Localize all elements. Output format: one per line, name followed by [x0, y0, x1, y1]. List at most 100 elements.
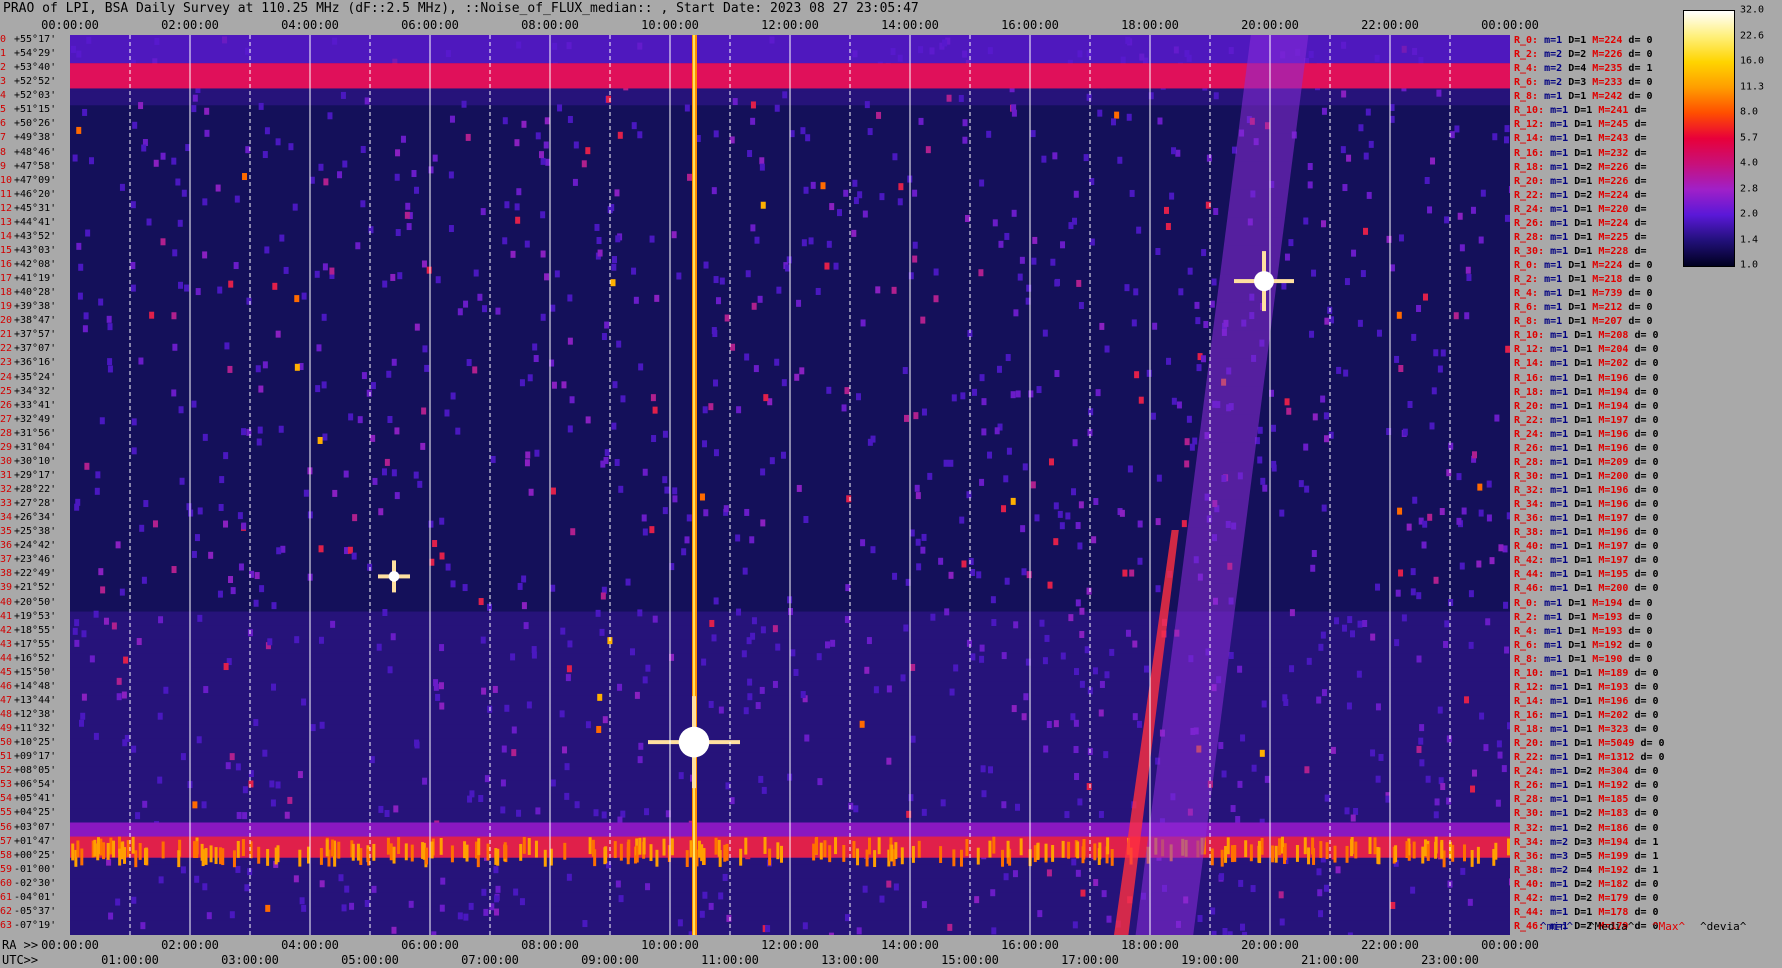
stats-dv: d= 0	[1628, 625, 1653, 637]
stats-mn: m=2	[1550, 836, 1575, 848]
noise-pixel	[1406, 523, 1412, 531]
stats-row: R_14: m=1 D=1 M=202 d= 0	[1514, 358, 1659, 369]
noise-pixel	[1211, 930, 1217, 935]
noise-pixel	[915, 538, 921, 546]
noise-pixel	[368, 226, 374, 234]
noise-pixel	[1390, 901, 1396, 909]
noise-pixel	[976, 571, 982, 579]
stats-mx: M=196	[1598, 372, 1635, 384]
dec-label: 38 +22°49'	[0, 569, 56, 579]
noise-pixel	[754, 236, 760, 244]
equator-pixel	[1098, 842, 1102, 860]
dec-label: 45 +15°50'	[0, 667, 56, 678]
noise-pixel	[175, 178, 181, 186]
stats-r: R_8:	[1514, 91, 1545, 103]
utc-tick-label: 05:00:00	[341, 953, 399, 967]
stats-r: R_22:	[1514, 189, 1551, 201]
equator-pixel	[739, 848, 743, 866]
stats-mn: m=1	[1550, 428, 1575, 440]
noise-pixel	[1136, 720, 1142, 728]
noise-pixel	[960, 392, 966, 400]
noise-pixel	[912, 189, 918, 197]
noise-pixel	[404, 211, 410, 219]
dec-index: 55	[0, 807, 13, 819]
equator-pixel	[389, 843, 393, 861]
dec-index: 11	[0, 188, 13, 200]
noise-pixel	[1440, 783, 1446, 791]
noise-pixel	[111, 622, 117, 630]
colorbar-tick: 2.8	[1740, 183, 1759, 194]
equator-pixel	[80, 848, 84, 866]
noise-pixel	[1422, 520, 1428, 528]
noise-pixel	[248, 780, 254, 788]
noise-pixel	[755, 702, 761, 710]
top-tick-label: 22:00:00	[1361, 18, 1419, 32]
noise-pixel	[1303, 217, 1309, 225]
stats-dv: d= 0	[1634, 386, 1659, 398]
noise-pixel	[1437, 365, 1443, 373]
stats-r: R_4:	[1514, 63, 1545, 75]
stats-dv: d= 0	[1634, 513, 1659, 525]
equator-pixel	[430, 841, 434, 859]
noise-pixel	[769, 457, 775, 465]
noise-pixel	[253, 719, 259, 727]
dec-label: 43 +17°55'	[0, 639, 56, 650]
noise-pixel	[535, 132, 541, 140]
noise-pixel	[246, 297, 252, 305]
noise-pixel	[1110, 118, 1116, 126]
noise-pixel	[1347, 616, 1353, 624]
noise-pixel	[991, 619, 997, 627]
noise-pixel	[132, 121, 138, 129]
stats-row: R_12: m=1 D=1 M=193 d= 0	[1514, 682, 1659, 693]
noise-pixel	[981, 428, 987, 436]
noise-pixel	[1284, 253, 1290, 261]
noise-pixel	[202, 883, 208, 891]
equator-pixel	[126, 840, 130, 857]
noise-pixel	[820, 182, 826, 190]
noise-pixel	[1015, 803, 1021, 811]
noise-pixel	[1032, 236, 1038, 244]
stats-md: D=1	[1574, 541, 1599, 553]
noise-pixel	[597, 693, 603, 701]
stats-row: R_10: m=1 D=1 M=241 d=	[1514, 105, 1646, 116]
noise-pixel	[1396, 311, 1402, 319]
noise-pixel	[501, 745, 507, 753]
equator-pixel	[1106, 837, 1110, 855]
noise-pixel	[1043, 745, 1049, 753]
stats-md: D=1	[1574, 217, 1599, 229]
noise-pixel	[1129, 569, 1135, 577]
noise-pixel	[386, 370, 392, 378]
noise-pixel	[191, 550, 197, 558]
equator-pixel	[842, 845, 846, 862]
equator-pixel	[815, 837, 819, 854]
dec-index: 17	[0, 273, 13, 285]
noise-pixel	[1504, 646, 1510, 654]
noise-pixel	[201, 801, 207, 809]
noise-pixel	[1506, 512, 1510, 520]
noise-pixel	[481, 305, 487, 313]
noise-pixel	[314, 270, 320, 278]
noise-pixel	[1508, 186, 1510, 194]
dec-label: 20 +38°47'	[0, 316, 56, 326]
noise-pixel	[1074, 773, 1080, 781]
noise-pixel	[1365, 108, 1371, 116]
top-tick-label: 18:00:00	[1121, 18, 1179, 32]
stats-dv: d= 0	[1628, 653, 1653, 665]
noise-pixel	[718, 706, 724, 714]
stats-row: R_46: m=1 D=1 M=200 d= 0	[1514, 583, 1659, 594]
stats-row: R_6: m=1 D=1 M=212 d= 0	[1514, 302, 1653, 313]
dec-label: 32 +28°22'	[0, 485, 56, 495]
dec-index: 59	[0, 863, 13, 875]
stats-md: D=2	[1574, 766, 1599, 778]
noise-pixel	[760, 626, 766, 634]
stats-dv: d= 0	[1628, 77, 1653, 89]
ra-tick-label: 10:00:00	[641, 938, 699, 952]
noise-pixel	[1378, 753, 1384, 761]
stats-dv: d= 0	[1628, 639, 1653, 651]
noise-pixel	[234, 195, 240, 203]
noise-pixel	[171, 312, 177, 320]
noise-pixel	[1012, 870, 1018, 878]
ra-tick-label: 18:00:00	[1121, 938, 1179, 952]
noise-pixel	[1237, 665, 1243, 673]
noise-pixel	[927, 472, 933, 480]
